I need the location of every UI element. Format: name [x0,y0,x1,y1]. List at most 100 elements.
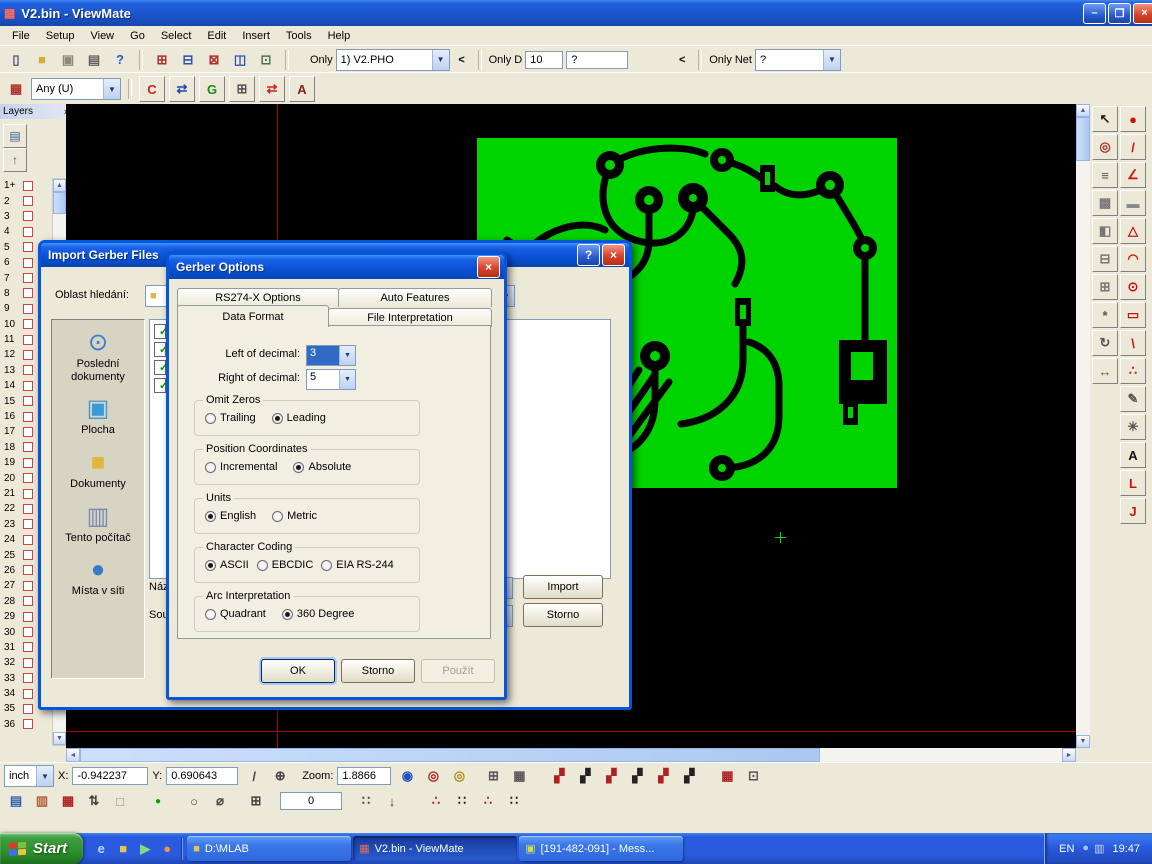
d-code-query-input[interactable]: ? [566,51,628,69]
dot-pattern-icon[interactable]: ∷ [502,789,526,813]
draw-mode-icon[interactable]: ▞ [599,764,623,788]
radio-icon[interactable] [205,609,216,620]
layer-color-swatch[interactable] [23,504,33,514]
place-recent-documents[interactable]: ⊙ Poslední dokumenty [54,330,142,383]
radio-option[interactable]: ASCII [205,559,249,571]
explorer-icon[interactable]: ■ [113,839,133,859]
radio-option[interactable]: Trailing [205,412,256,424]
swap-codes-icon[interactable]: ⇄ [169,76,195,102]
layer-color-swatch[interactable] [23,673,33,683]
dot-pattern-icon[interactable]: ∴ [476,789,500,813]
pointer-icon[interactable]: ↖ [1092,106,1118,132]
menu-item[interactable]: File [4,28,38,44]
d-code-input[interactable]: 10 [525,51,563,69]
draw-mode-icon[interactable]: ▞ [677,764,701,788]
layer-color-swatch[interactable] [23,489,33,499]
radio-icon[interactable] [272,413,283,424]
layer-color-swatch[interactable] [23,242,33,252]
ready-light-icon[interactable]: ● [146,789,170,813]
media-icon[interactable]: ▶ [135,839,155,859]
select-window-icon[interactable]: ⊠ [202,48,226,72]
layer-color-swatch[interactable] [23,365,33,375]
radio-option[interactable]: Quadrant [205,608,266,620]
radio-option[interactable]: Incremental [205,461,277,473]
window-titlebar[interactable]: ▦ V2.bin - ViewMate – ❐ × [0,0,1152,26]
y-coordinate-field[interactable]: 0.690643 [166,767,238,785]
layer-color-swatch[interactable] [23,535,33,545]
layer-color-swatch[interactable] [23,427,33,437]
radio-icon[interactable] [272,511,283,522]
layer-color-swatch[interactable] [23,658,33,668]
select-net-icon[interactable]: ⊟ [176,48,200,72]
close-button[interactable]: × [477,256,500,278]
draw-mode-icon[interactable]: ▞ [573,764,597,788]
layer-color-swatch[interactable] [23,596,33,606]
rect-tool-icon[interactable]: ▭ [1120,302,1146,328]
polyline-tool-icon[interactable]: \ [1120,330,1146,356]
layer-color-swatch[interactable] [23,304,33,314]
dcode-count-field[interactable]: 0 [280,792,342,810]
c-code-icon[interactable]: C [139,76,165,102]
layer-row[interactable]: 2 [1,193,51,208]
clock[interactable]: 19:47 [1112,843,1140,855]
menu-item[interactable]: View [82,28,122,44]
layer-color-swatch[interactable] [23,350,33,360]
scrollbar-thumb[interactable] [80,748,820,762]
layer-color-swatch[interactable] [23,627,33,637]
radio-option[interactable]: EBCDIC [257,559,314,571]
close-button[interactable]: × [602,244,625,266]
layers-stack-icon[interactable]: ▤ [3,124,27,148]
left-of-decimal-combo[interactable]: 3 ▼ [306,345,356,366]
anchor-icon[interactable]: ↓ [380,789,404,813]
gear-icon[interactable]: ✳ [1120,414,1146,440]
radio-icon[interactable] [282,609,293,620]
stitch-tool-icon[interactable]: ∴ [1120,358,1146,384]
unit-combo[interactable]: inch ▼ [4,765,54,787]
scroll-left-icon[interactable]: ◄ [66,748,80,762]
scroll-up-icon[interactable]: ▲ [53,179,66,192]
layer-color-swatch[interactable] [23,335,33,345]
menu-item[interactable]: Go [122,28,153,44]
layer-color-swatch[interactable] [23,288,33,298]
draw-mode-icon[interactable]: ▞ [547,764,571,788]
zoom-in-icon[interactable]: ◎ [421,764,445,788]
canvas-hscrollbar[interactable]: ◄ ► [66,748,1076,762]
aperture-filter-combo[interactable]: Any (U) ▼ [31,78,121,100]
ok-button[interactable]: OK [261,659,335,683]
chevron-down-icon[interactable]: ▼ [36,766,53,786]
layer-color-swatch[interactable] [23,519,33,529]
shrink-icon[interactable]: ⊟ [1092,246,1118,272]
layer-color-swatch[interactable] [23,181,33,191]
film-blank-icon[interactable]: □ [108,789,132,813]
film-add-icon[interactable]: ▤ [4,789,28,813]
layer-color-swatch[interactable] [23,412,33,422]
order-icon[interactable]: ≡ [1092,162,1118,188]
layer-row[interactable]: 4 [1,224,51,239]
l-text-tool-icon[interactable]: L [1120,470,1146,496]
browser-icon[interactable]: ● [157,839,177,859]
menu-item[interactable]: Insert [234,28,278,44]
film-grid-icon[interactable]: ▦ [4,77,28,101]
tray-update-icon[interactable]: ● [1082,842,1089,855]
net-select-combo[interactable]: ? ▼ [755,49,841,71]
layer-color-swatch[interactable] [23,442,33,452]
layer-color-swatch[interactable] [23,211,33,221]
place-desktop[interactable]: ▣ Plocha [54,396,142,437]
menu-item[interactable]: Tools [278,28,320,44]
layer-color-swatch[interactable] [23,396,33,406]
layer-select-combo[interactable]: 1) V2.PHO ▼ [336,49,450,71]
canvas-vscrollbar[interactable]: ▲ ▼ [1076,104,1090,748]
j-text-tool-icon[interactable]: J [1120,498,1146,524]
layer-color-swatch[interactable] [23,458,33,468]
place-my-computer[interactable]: ▥ Tento počítač [54,504,142,545]
pencil-tool-icon[interactable]: ✎ [1120,386,1146,412]
layer-color-swatch[interactable] [23,227,33,237]
rotate-icon[interactable]: ↻ [1092,330,1118,356]
layer-up-icon[interactable]: ↑ [3,148,27,172]
print-icon[interactable]: ▤ [82,48,106,72]
menu-item[interactable]: Setup [38,28,83,44]
layer-row[interactable]: 3 [1,209,51,224]
aperture-list-icon[interactable]: ▦ [507,764,531,788]
place-network[interactable]: ● Místa v síti [54,557,142,598]
right-of-decimal-combo[interactable]: 5 ▼ [306,369,356,390]
